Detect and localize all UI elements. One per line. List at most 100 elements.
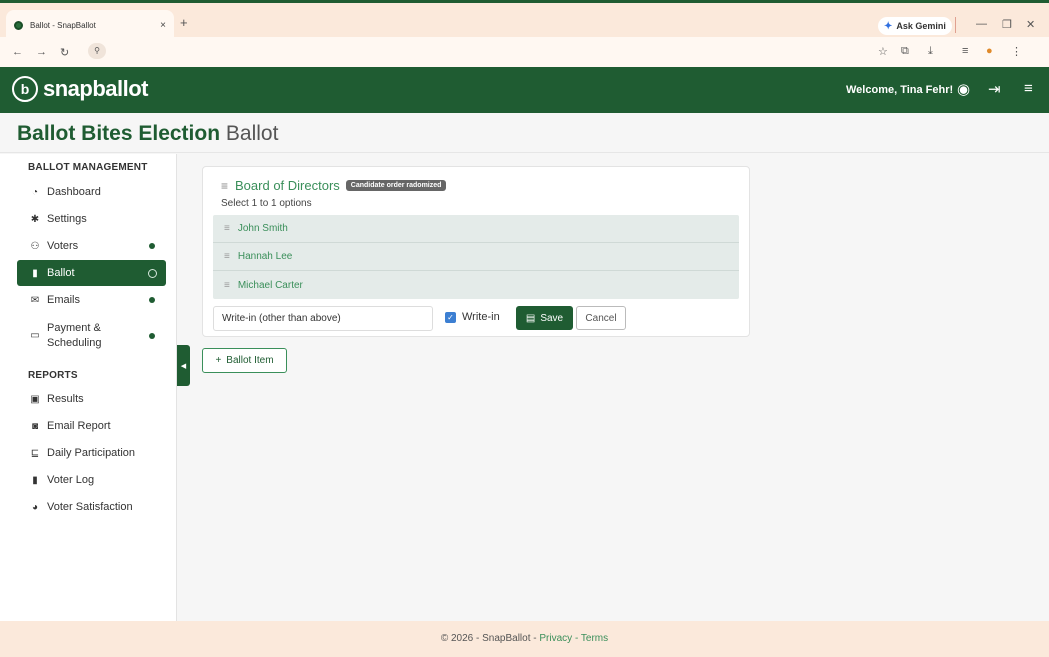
pie-chart-icon: ◕: [31, 501, 39, 513]
sidebar-item-results[interactable]: ▣ Results: [17, 386, 166, 412]
reload-icon[interactable]: ↻: [60, 46, 69, 59]
menu-kebab-icon[interactable]: ⋮: [1011, 45, 1022, 58]
gemini-star-icon: ✦: [884, 20, 893, 32]
close-window-icon[interactable]: ✕: [1026, 18, 1035, 31]
page-title: Ballot Bites Election Ballot: [17, 122, 278, 146]
sidebar-item-label: Settings: [47, 213, 87, 225]
sidebar-item-dashboard[interactable]: ◔ Dashboard: [17, 179, 166, 205]
status-dot: [149, 333, 155, 339]
logout-icon[interactable]: ⇥: [988, 80, 1001, 98]
selection-rule: Select 1 to 1 options: [221, 198, 312, 209]
forward-icon[interactable]: →: [36, 46, 47, 58]
download-icon[interactable]: ⤓: [928, 45, 933, 58]
sidebar-item-label: Emails: [47, 294, 81, 306]
add-ballot-item-label: Ballot Item: [226, 355, 274, 366]
sidebar-item-payment-scheduling[interactable]: ▭ Payment & Scheduling: [17, 319, 166, 353]
add-ballot-item-button[interactable]: + Ballot Item: [202, 348, 287, 373]
credit-card-icon: ▭: [30, 330, 40, 342]
site-info-icon[interactable]: ⚲: [88, 43, 106, 59]
reports-header: REPORTS: [28, 370, 78, 381]
minimize-icon[interactable]: —: [976, 18, 987, 30]
sidebar-item-label: Daily Participation: [47, 447, 136, 459]
write-in-checkbox[interactable]: ✓: [445, 312, 456, 323]
sidebar-item-label: Ballot: [47, 267, 75, 279]
clipboard-icon: ▮: [32, 267, 38, 279]
reading-list-icon[interactable]: ≡: [962, 45, 968, 57]
status-dot: [149, 297, 155, 303]
address-bar[interactable]: [88, 42, 868, 62]
sidebar-item-voters[interactable]: ⚇ Voters: [17, 233, 166, 259]
browser-toolbar: ← → ↻ ⚲ ☆ ⧉ ⤓ ≡ ● ⋮: [0, 37, 1049, 67]
ballot-item-title[interactable]: Board of Directors: [235, 178, 340, 193]
candidate-option[interactable]: ≡ Michael Carter: [213, 271, 739, 299]
sidebar-item-label: Results: [47, 393, 84, 405]
sidebar-item-emails[interactable]: ✉ Emails: [17, 287, 166, 313]
drag-handle-icon[interactable]: ≡: [224, 280, 230, 291]
floppy-disk-icon: ▤: [525, 312, 536, 324]
sidebar-item-label: Voter Satisfaction: [47, 501, 133, 513]
tab-title: Ballot - SnapBallot: [30, 20, 96, 30]
election-name: Ballot Bites Election: [17, 122, 221, 145]
drag-handle-icon[interactable]: ≡: [221, 179, 228, 193]
sidebar-collapse-toggle[interactable]: ◀: [177, 345, 190, 386]
app-header: b snapballot Welcome, Tina Fehr! ◉ ⇥ ≡: [0, 67, 1049, 113]
divider: [955, 17, 956, 33]
ballot-management-header: BALLOT MANAGEMENT: [28, 162, 148, 173]
hamburger-menu-icon[interactable]: ≡: [1024, 80, 1033, 97]
extensions-icon[interactable]: ⧉: [901, 45, 909, 58]
logo-text: snapballot: [43, 76, 149, 101]
sidebar-item-voter-log[interactable]: ▮ Voter Log: [17, 467, 166, 493]
back-icon[interactable]: ←: [12, 46, 23, 58]
ballot-item-header: ≡ Board of Directors Candidate order rad…: [221, 178, 447, 193]
write-in-input[interactable]: Write-in (other than above): [213, 306, 433, 331]
sidebar-item-label: Voters: [47, 240, 79, 252]
save-label: Save: [540, 312, 564, 324]
candidate-list: ≡ John Smith ≡ Hannah Lee ≡ Michael Cart…: [213, 215, 739, 299]
page-section: Ballot: [225, 122, 279, 145]
write-in-label: Write-in: [462, 311, 500, 323]
browser-tab[interactable]: Ballot - SnapBallot ×: [6, 10, 174, 40]
ballot-item-card: ≡ Board of Directors Candidate order rad…: [202, 166, 750, 337]
cancel-button[interactable]: Cancel: [576, 306, 626, 330]
candidate-option[interactable]: ≡ Hannah Lee: [213, 243, 739, 271]
copyright-text: © 2026 - SnapBallot -: [440, 633, 540, 644]
sidebar-item-ballot[interactable]: ▮ Ballot: [17, 260, 166, 286]
gear-icon: ✱: [30, 213, 40, 225]
sidebar-item-daily-participation[interactable]: ⊑ Daily Participation: [17, 440, 166, 466]
envelope-icon: ✉: [30, 294, 40, 306]
bookmark-star-icon[interactable]: ☆: [878, 45, 888, 58]
clipboard-list-icon: ▮: [32, 474, 38, 486]
privacy-link[interactable]: Privacy: [539, 633, 572, 644]
profile-dot-icon[interactable]: ●: [986, 45, 993, 57]
mail-report-icon: ◙: [31, 420, 39, 432]
dashboard-icon: ◔: [31, 186, 39, 198]
close-tab-icon[interactable]: ×: [160, 20, 166, 31]
user-account-icon[interactable]: ◉: [957, 80, 970, 98]
candidate-name: John Smith: [237, 223, 288, 234]
label-line-1: Payment &: [47, 322, 101, 335]
drag-handle-icon[interactable]: ≡: [224, 223, 230, 234]
browser-tab-bar: Ballot - SnapBallot × + ✦ Ask Gemini — ❐…: [0, 0, 1049, 40]
plus-icon: +: [215, 355, 222, 366]
snapballot-logo[interactable]: b snapballot: [12, 76, 149, 102]
sidebar: BALLOT MANAGEMENT ◔ Dashboard ✱ Settings…: [0, 154, 177, 621]
ask-gemini-label: Ask Gemini: [896, 21, 946, 31]
ask-gemini-button[interactable]: ✦ Ask Gemini: [878, 17, 952, 35]
welcome-text: Welcome, Tina Fehr!: [846, 84, 954, 96]
candidate-option[interactable]: ≡ John Smith: [213, 215, 739, 243]
new-tab-button[interactable]: +: [180, 15, 188, 30]
users-icon: ⚇: [30, 240, 40, 252]
restore-icon[interactable]: ❐: [1002, 18, 1012, 31]
randomized-badge: Candidate order radomized: [345, 180, 447, 191]
sidebar-item-email-report[interactable]: ◙ Email Report: [17, 413, 166, 439]
save-button[interactable]: ▤ Save: [516, 306, 573, 330]
sidebar-item-settings[interactable]: ✱ Settings: [17, 206, 166, 232]
footer-separator: -: [572, 633, 581, 644]
sidebar-item-label: Voter Log: [47, 474, 95, 486]
inbox-icon: ▣: [30, 393, 40, 405]
sidebar-item-voter-satisfaction[interactable]: ◕ Voter Satisfaction: [17, 494, 166, 520]
terms-link[interactable]: Terms: [581, 633, 608, 644]
snapballot-favicon-icon: [14, 20, 23, 30]
label-line-2: Scheduling: [47, 337, 102, 349]
drag-handle-icon[interactable]: ≡: [224, 251, 230, 262]
